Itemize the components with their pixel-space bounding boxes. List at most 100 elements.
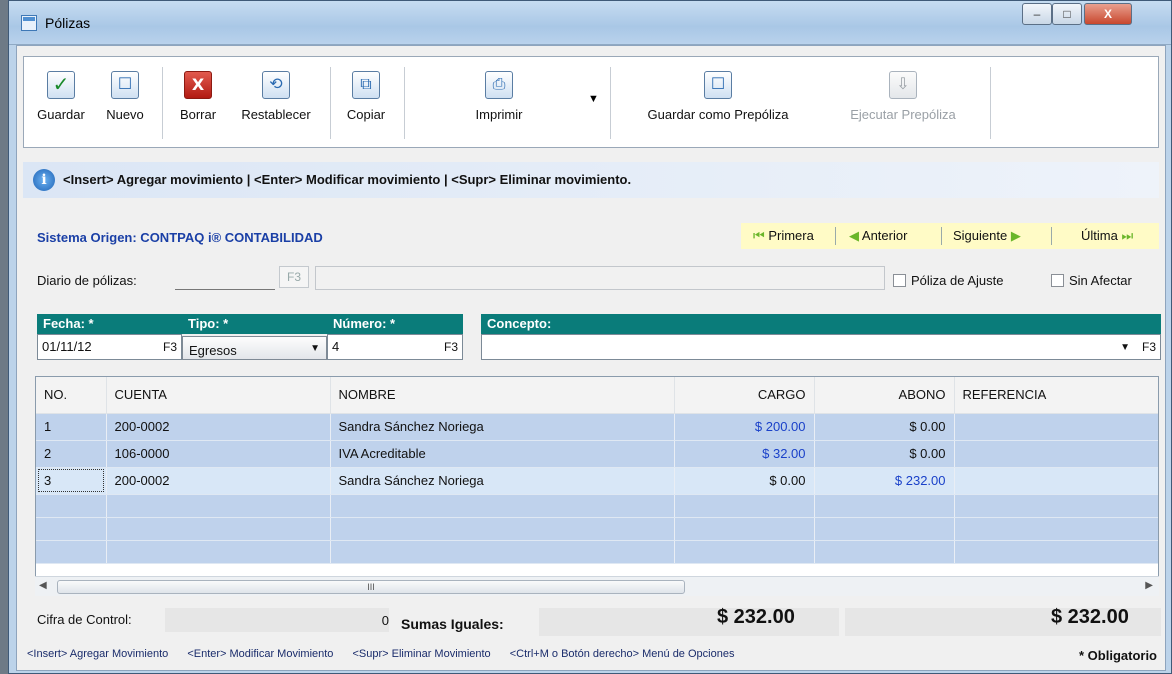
scroll-right-icon[interactable]: ▶ [1145,580,1153,591]
imprimir-label: Imprimir [475,107,523,122]
status-hint-enter: <Enter> Modificar Movimiento [187,648,334,660]
imprimir-button[interactable]: ⎙ Imprimir [424,65,574,141]
cifra-control-value: 0 [381,613,389,628]
column-header-referencia[interactable]: REFERENCIA [954,377,1158,414]
sin-afectar-label: Sin Afectar [1069,273,1132,288]
copy-icon: ⧉ [352,71,380,99]
status-hint-supr: <Supr> Eliminar Movimiento [352,648,491,660]
guardar-button[interactable]: ✓ Guardar [30,65,92,141]
toolbar-separator [330,67,331,139]
nav-anterior[interactable]: ◀ Anterior [849,228,907,244]
borrar-button[interactable]: X Borrar [172,65,224,141]
cell-no[interactable]: 1 [36,413,107,441]
tipo-select[interactable]: Egresos ▼ [182,336,327,360]
cell-nombre[interactable]: Sandra Sánchez Noriega [330,467,675,495]
polizas-window: Pólizas – □ X ✓ Guardar ☐ Nuevo X Borrar… [8,0,1172,674]
fecha-input[interactable]: 01/11/12 F3 [37,334,182,360]
cell-cuenta[interactable]: 200-0002 [106,413,331,441]
close-button[interactable]: X [1084,3,1132,25]
concepto-header: Concepto: [481,314,1161,334]
cell-referencia[interactable] [954,413,1158,441]
status-hint-menu: <Ctrl+M o Botón derecho> Menú de Opcione… [509,648,735,660]
table-row-empty[interactable] [36,517,1158,541]
fecha-f3-button[interactable]: F3 [163,340,177,354]
ejecutar-prepoliza-button[interactable]: ⇩ Ejecutar Prepóliza [824,65,982,141]
tipo-header: Tipo: * [182,314,327,334]
info-icon: i [33,169,55,191]
title-bar[interactable]: Pólizas – □ X [9,1,1171,45]
toolbar-separator [404,67,405,139]
info-message: <Insert> Agregar movimiento | <Enter> Mo… [63,172,632,187]
sistema-origen-label: Sistema Origen: CONTPAQ i® CONTABILIDAD [37,230,323,245]
column-header-abono[interactable]: ABONO [814,377,955,414]
nav-ultima-label: Última [1081,228,1118,243]
diario-f3-button[interactable]: F3 [279,266,309,288]
scrollbar-thumb[interactable]: III [57,580,685,594]
table-row-empty[interactable] [36,494,1158,518]
execute-template-icon: ⇩ [889,71,917,99]
first-icon: ⏮ [753,228,765,243]
delete-icon: X [184,71,212,99]
nav-ultima[interactable]: Última ⏭ [1081,228,1133,244]
checkbox-box [1051,274,1064,287]
horizontal-scrollbar[interactable]: ◀ III ▶ [35,576,1159,596]
column-header-cargo[interactable]: CARGO [674,377,815,414]
cell-referencia[interactable] [954,440,1158,468]
sin-afectar-checkbox[interactable]: Sin Afectar [1051,273,1132,288]
cell-cargo[interactable]: $ 200.00 [674,413,815,441]
nuevo-button[interactable]: ☐ Nuevo [98,65,152,141]
nav-separator [835,227,836,245]
record-navigation: ⏮ Primera ◀ Anterior Siguiente ▶ Última … [741,223,1159,249]
cifra-control-field: 0 [165,608,389,632]
cell-cargo[interactable]: $ 0.00 [674,467,815,495]
next-icon: ▶ [1010,228,1021,243]
cell-nombre[interactable]: Sandra Sánchez Noriega [330,413,675,441]
scroll-left-icon[interactable]: ◀ [39,580,47,591]
guardar-label: Guardar [37,107,85,122]
nuevo-label: Nuevo [106,107,144,122]
maximize-button[interactable]: □ [1052,3,1082,25]
movements-grid[interactable]: NO. CUENTA NOMBRE CARGO ABONO REFERENCIA… [35,376,1159,596]
nav-siguiente[interactable]: Siguiente ▶ [953,228,1021,244]
nav-separator [1051,227,1052,245]
cell-cuenta[interactable]: 200-0002 [106,467,331,495]
concepto-dropdown-icon[interactable]: ▼ [1120,342,1130,353]
table-row[interactable]: 2 106-0000 IVA Acreditable $ 32.00 $ 0.0… [36,440,1158,468]
numero-value: 4 [332,339,340,354]
toolbar-separator [990,67,991,139]
cell-no[interactable]: 2 [36,440,107,468]
column-header-nombre[interactable]: NOMBRE [330,377,675,414]
table-row-empty[interactable] [36,540,1158,564]
numero-input[interactable]: 4 F3 [327,334,463,360]
cell-abono[interactable]: $ 232.00 [814,467,955,495]
copiar-button[interactable]: ⧉ Copiar [336,65,396,141]
table-row[interactable]: 1 200-0002 Sandra Sánchez Noriega $ 200.… [36,413,1158,441]
cell-cargo[interactable]: $ 32.00 [674,440,815,468]
cell-referencia[interactable] [954,467,1158,495]
cell-no[interactable]: 3 [36,467,107,495]
nav-primera[interactable]: ⏮ Primera [753,228,814,244]
restablecer-button[interactable]: ⟲ Restablecer [228,65,324,141]
diario-code-field[interactable] [175,289,275,290]
minimize-button[interactable]: – [1022,3,1052,25]
cell-nombre[interactable]: IVA Acreditable [330,440,675,468]
concepto-input[interactable]: ▼ F3 [481,334,1161,360]
concepto-f3-button[interactable]: F3 [1142,340,1156,354]
toolbar: ✓ Guardar ☐ Nuevo X Borrar ⟲ Restablecer… [23,56,1159,148]
table-row-selected[interactable]: 3 200-0002 Sandra Sánchez Noriega $ 0.00… [36,467,1158,495]
sumas-iguales-label: Sumas Iguales: [401,616,504,632]
cell-cuenta[interactable]: 106-0000 [106,440,331,468]
numero-header: Número: * [327,314,463,334]
guardar-prepoliza-button[interactable]: ☐ Guardar como Prepóliza [614,65,822,141]
numero-f3-button[interactable]: F3 [444,340,458,354]
tipo-value: Egresos [189,343,237,358]
column-header-no[interactable]: NO. [36,377,107,414]
column-header-cuenta[interactable]: CUENTA [106,377,331,414]
poliza-ajuste-checkbox[interactable]: Póliza de Ajuste [893,273,1004,288]
cell-abono[interactable]: $ 0.00 [814,413,955,441]
checkbox-box [893,274,906,287]
imprimir-dropdown-arrow[interactable]: ▼ [588,93,599,105]
cell-abono[interactable]: $ 0.00 [814,440,955,468]
guardar-prepoliza-label: Guardar como Prepóliza [647,107,789,122]
chevron-down-icon: ▼ [310,343,320,354]
